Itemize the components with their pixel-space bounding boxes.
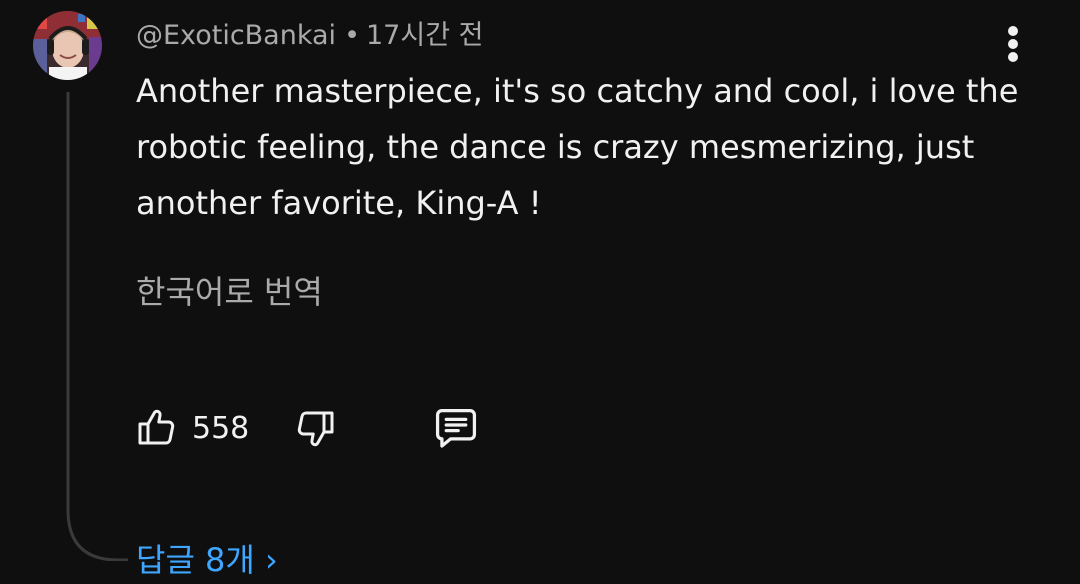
thumb-down-icon <box>297 411 334 447</box>
reply-button[interactable] <box>430 400 482 456</box>
dislike-button[interactable] <box>292 400 340 456</box>
like-button[interactable]: 558 <box>132 400 249 456</box>
more-options-button[interactable] <box>992 22 1034 66</box>
comment-icon <box>435 409 477 448</box>
translate-link[interactable]: 한국어로 번역 <box>136 268 323 316</box>
comment-card: @ExoticBankai • 17시간 전 Another masterpiece… <box>0 0 1080 579</box>
comment-timestamp: 17시간 전 <box>366 20 484 51</box>
comment-actions: 558 <box>132 400 532 456</box>
more-vert-icon <box>1008 26 1018 36</box>
view-replies-link[interactable]: 답글 8개 › <box>136 536 278 584</box>
comment-meta: @ExoticBankai • 17시간 전 <box>136 16 483 56</box>
meta-separator: • <box>344 20 360 51</box>
avatar[interactable] <box>33 11 102 80</box>
like-count: 558 <box>192 410 250 446</box>
thumb-up-icon <box>138 409 175 445</box>
comment-text: Another masterpiece, it's so catchy and … <box>136 72 1019 222</box>
author-handle[interactable]: @ExoticBankai <box>136 20 336 51</box>
